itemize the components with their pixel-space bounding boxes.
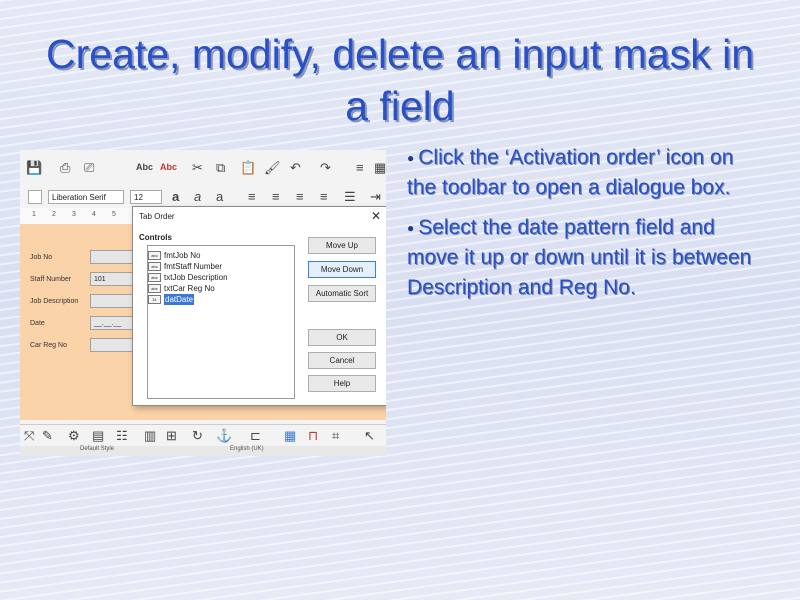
ruler-mark: 1	[32, 211, 36, 218]
bullet-item: ● Select the date pattern field and move …	[407, 213, 767, 303]
help-button[interactable]: Help	[308, 375, 376, 392]
form-label: Car Reg No	[30, 342, 67, 349]
ruler-mark: 5	[112, 211, 116, 218]
ruler-mark: 2	[52, 211, 56, 218]
form-label: Job No	[30, 254, 53, 261]
tab-order-dialog: Tab Order ✕ Controls abc fmtJob No abc fmt…	[132, 206, 386, 406]
dialog-title: Tab Order	[139, 212, 175, 221]
activation-order-icon[interactable]: ▥	[144, 428, 156, 444]
automatic-sort-button[interactable]: Automatic Sort	[308, 285, 376, 302]
move-down-button[interactable]: Move Down	[308, 261, 376, 278]
anchor-icon[interactable]: ⚓	[216, 428, 232, 444]
print-preview-icon[interactable]: ⎚	[84, 160, 94, 176]
control-properties-icon[interactable]: ⚙	[68, 428, 80, 444]
align-center-icon[interactable]: ≡	[272, 189, 280, 204]
paste-icon[interactable]: 📋	[240, 160, 256, 176]
line-spacing-icon[interactable]: ☰	[344, 189, 356, 205]
job-description-field[interactable]	[90, 294, 134, 308]
field-type-icon: abc	[148, 273, 161, 282]
helplines-icon[interactable]: ⌗	[332, 428, 339, 444]
list-item-selected[interactable]: 31 datDate	[148, 294, 195, 305]
car-reg-field[interactable]	[90, 338, 134, 352]
bullet-list: ● Click the ‘Activation order’ icon on th…	[407, 143, 767, 313]
embedded-screenshot: 💾 ⎙ ⎚ Abc Abc ✂ ⧉ 📋 🖌 ↶ ↷ ≡ ▦ Liberation…	[20, 150, 386, 456]
ruler-mark: 3	[72, 211, 76, 218]
form-design-toolbar: ⤧ ✎ ⚙ ▤ ☷ ▥ ⊞ ↻ ⚓ ⊏ ▦ ⊓ ⌗ ↖	[20, 424, 386, 447]
bullet-dot-icon: ●	[407, 221, 415, 235]
list-item-label: datDate	[164, 294, 195, 305]
list-item-label: txtCar Reg No	[164, 284, 215, 293]
cancel-button[interactable]: Cancel	[308, 352, 376, 369]
snap-to-grid-icon[interactable]: ⊓	[308, 428, 318, 444]
date-field-icon: 31	[148, 295, 161, 304]
form-navigator-icon[interactable]: ☷	[116, 428, 128, 444]
bold-icon[interactable]: a	[172, 189, 179, 204]
close-icon[interactable]: ✕	[371, 209, 381, 223]
spellcheck-icon[interactable]: Abc	[136, 162, 153, 172]
cut-icon[interactable]: ✂	[192, 160, 203, 176]
style-select[interactable]	[28, 190, 42, 204]
rotate-icon[interactable]: ↻	[192, 428, 203, 444]
align-left-icon[interactable]: ≡	[248, 189, 256, 204]
undo-icon[interactable]: ↶	[290, 160, 301, 176]
font-name-select[interactable]: Liberation Serif	[48, 190, 124, 204]
clone-formatting-icon[interactable]: 🖌	[264, 160, 281, 176]
print-icon[interactable]: ⎙	[60, 160, 70, 176]
list-item-label: fmtJob No	[164, 251, 201, 260]
bullet-dot-icon: ●	[407, 151, 415, 165]
redo-icon[interactable]: ↷	[320, 160, 331, 176]
font-color-icon[interactable]: a	[216, 189, 223, 204]
autospellcheck-icon[interactable]: Abc	[160, 162, 177, 172]
align-right-icon[interactable]: ≡	[296, 189, 304, 204]
status-language: English (UK)	[230, 446, 264, 452]
pointer-icon[interactable]: ↖	[364, 428, 375, 444]
controls-list[interactable]: abc fmtJob No abc fmtStaff Number abc txtJo…	[147, 245, 295, 399]
move-up-button[interactable]: Move Up	[308, 237, 376, 254]
status-bar: Default Style English (UK)	[20, 446, 386, 456]
staff-number-field[interactable]: 101	[90, 272, 134, 286]
field-type-icon: abc	[148, 251, 161, 260]
list-item-label: txtJob Description	[164, 273, 228, 282]
list-item[interactable]: abc txtCar Reg No	[148, 283, 215, 294]
add-field-icon[interactable]: ⊞	[166, 428, 177, 444]
copy-icon[interactable]: ⧉	[216, 160, 225, 176]
form-label: Staff Number	[30, 276, 72, 283]
field-type-icon: abc	[148, 284, 161, 293]
indent-icon[interactable]: ⇥	[370, 189, 381, 205]
date-field[interactable]: __.__.__	[90, 316, 134, 330]
status-style: Default Style	[80, 446, 115, 452]
controls-label: Controls	[139, 233, 172, 242]
form-label: Date	[30, 320, 45, 327]
list-item[interactable]: abc txtJob Description	[148, 272, 228, 283]
align-objects-icon[interactable]: ⊏	[250, 428, 261, 444]
list-item-label: fmtStaff Number	[164, 262, 223, 271]
ok-button[interactable]: OK	[308, 329, 376, 346]
font-size-select[interactable]: 12	[130, 190, 162, 204]
form-label: Job Description	[30, 298, 79, 305]
job-no-field[interactable]	[90, 250, 134, 264]
ruler-mark: 4	[92, 211, 96, 218]
bullet-text: Click the ‘Activation order’ icon on the…	[407, 146, 734, 199]
italic-icon[interactable]: a	[194, 189, 201, 204]
slide-title: Create, modify, delete an input mask in …	[46, 31, 754, 129]
list-item[interactable]: abc fmtStaff Number	[148, 261, 222, 272]
design-mode-icon[interactable]: ✎	[42, 428, 53, 444]
form-properties-icon[interactable]: ▤	[92, 428, 104, 444]
field-type-icon: abc	[148, 262, 161, 271]
bullet-item: ● Click the ‘Activation order’ icon on th…	[407, 143, 767, 203]
select-icon[interactable]: ⤧	[24, 428, 34, 444]
save-icon[interactable]: 💾	[26, 160, 42, 176]
display-grid-icon[interactable]: ▦	[284, 428, 296, 444]
list-item[interactable]: abc fmtJob No	[148, 250, 200, 261]
table-icon[interactable]: ▦	[374, 160, 386, 176]
formatting-marks-icon[interactable]: ≡	[356, 160, 364, 175]
justify-icon[interactable]: ≡	[320, 189, 328, 204]
bullet-text: Select the date pattern field and move i…	[407, 216, 752, 299]
standard-toolbar: 💾 ⎙ ⎚ Abc Abc ✂ ⧉ 📋 🖌 ↶ ↷ ≡ ▦	[20, 150, 386, 187]
